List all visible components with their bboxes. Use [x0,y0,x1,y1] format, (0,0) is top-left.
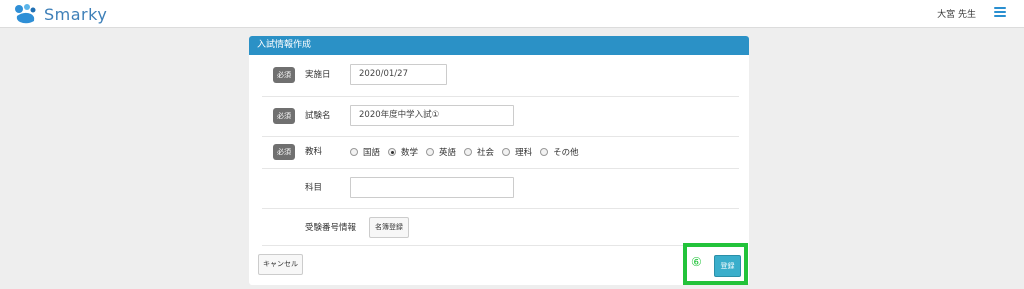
examinee-number-label: 受験番号情報 [305,223,357,233]
exam-create-panel: 入試情報作成 必須 実施日 2020/01/27 必須 試験名 2020年度中学… [249,36,749,285]
subject-row: 必須 教科 国語 数学 英語 社会 理科 その他 [262,137,739,169]
radio-english[interactable]: 英語 [426,146,456,158]
step-number: ⑥ [691,255,702,269]
course-row: 科目 [262,169,739,209]
panel-title: 入試情報作成 [249,36,749,55]
date-label: 実施日 [305,70,331,80]
brand-name: Smarky [44,4,108,24]
required-badge: 必須 [273,67,295,83]
user-name[interactable]: 大宮 先生 [937,7,976,20]
required-badge: 必須 [273,108,295,124]
examinee-number-row: 受験番号情報 名簿登録 [262,209,739,246]
radio-japanese[interactable]: 国語 [350,146,380,158]
radio-other[interactable]: その他 [540,146,579,158]
brand-logo[interactable]: Smarky [14,2,107,26]
roster-register-button[interactable]: 名簿登録 [369,217,409,238]
course-input[interactable] [350,177,514,198]
cancel-button[interactable]: キャンセル [258,254,303,275]
radio-button[interactable] [540,148,549,156]
course-label: 科目 [305,183,323,193]
radio-button[interactable] [426,148,435,156]
radio-social[interactable]: 社会 [464,146,494,158]
radio-button-checked[interactable] [388,148,397,156]
exam-name-input[interactable]: 2020年度中学入試① [350,105,514,126]
date-input[interactable]: 2020/01/27 [350,64,447,85]
radio-science[interactable]: 理科 [502,146,532,158]
date-row: 必須 実施日 2020/01/27 [262,57,739,97]
top-navbar: Smarky 大宮 先生 [0,0,1024,28]
required-badge: 必須 [273,144,295,160]
hamburger-menu-icon[interactable] [994,5,1006,19]
subject-label: 教科 [305,147,323,157]
exam-name-label: 試験名 [305,111,331,121]
radio-button[interactable] [464,148,473,156]
radio-button[interactable] [502,148,511,156]
smarky-logo-icon [15,4,36,24]
exam-name-row: 必須 試験名 2020年度中学入試① [262,97,739,137]
subject-radio-group: 国語 数学 英語 社会 理科 その他 [350,146,587,158]
radio-math[interactable]: 数学 [388,146,418,158]
radio-button[interactable] [350,148,358,156]
